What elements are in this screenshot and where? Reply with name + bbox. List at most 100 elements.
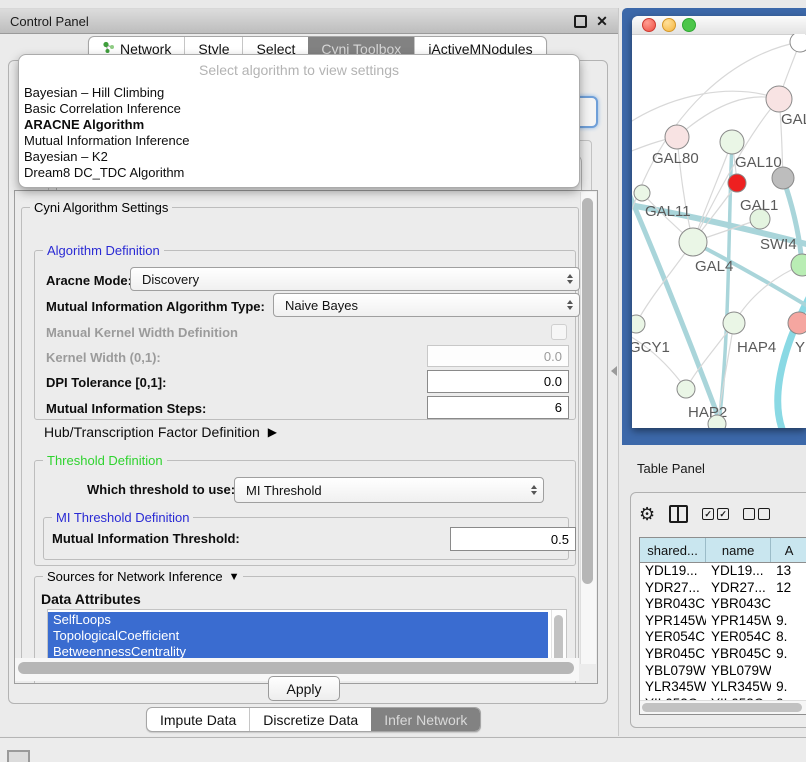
bottom-tab-infer-network[interactable]: Infer Network <box>371 708 480 731</box>
gear-icon[interactable]: ⚙ <box>639 505 655 523</box>
table-row[interactable]: YBR043CYBR043C <box>640 596 806 613</box>
network-window-titlebar <box>632 16 806 35</box>
mi-steps-label: Mutual Information Steps: <box>46 401 206 416</box>
mac-zoom-icon[interactable] <box>682 18 696 32</box>
columns-icon[interactable] <box>669 505 688 523</box>
algorithm-dropdown-popup: Select algorithm to view settings Bayesi… <box>18 54 580 188</box>
algorithm-option[interactable]: Mutual Information Inference <box>19 133 579 149</box>
table-cell: YBL079W <box>640 663 706 680</box>
panel-splitter-handle[interactable] <box>611 366 617 376</box>
network-window[interactable]: GALGAL80GAL10GAL11GAL1SWI4GAL4GCY1HAP4YH… <box>632 16 806 428</box>
table-cell: 12 <box>771 580 806 597</box>
table-row[interactable]: YER054CYER054C8. <box>640 629 806 646</box>
table-header-row: shared...nameA <box>640 538 806 563</box>
table-cell: 13 <box>771 563 806 580</box>
algorithm-option[interactable]: Bayesian – Hill Climbing <box>19 85 579 101</box>
settings-horizontal-scrollbar-thumb[interactable] <box>18 662 574 674</box>
network-node-gal10[interactable] <box>720 130 744 154</box>
mi-threshold-definition-group: MI Threshold Definition Mutual Informati… <box>43 517 569 560</box>
algorithm-option[interactable]: ARACNE Algorithm <box>19 117 579 133</box>
attribute-list-item[interactable]: TopologicalCoefficient <box>48 628 548 644</box>
algorithm-definition-label: Algorithm Definition <box>43 243 164 258</box>
table-cell: YBR043C <box>706 596 771 613</box>
aracne-mode-value: Discovery <box>142 272 199 287</box>
kernel-width-label: Kernel Width (0,1): <box>46 350 161 365</box>
cyni-algorithm-settings-group: Cyni Algorithm Settings Algorithm Defini… <box>21 207 579 664</box>
table-cell <box>771 663 806 680</box>
which-threshold-label: Which threshold to use: <box>87 482 235 497</box>
table-cell: 9. <box>771 679 806 696</box>
network-node-gal4[interactable] <box>679 228 707 256</box>
dpi-tolerance-label: DPI Tolerance [0,1]: <box>46 375 166 390</box>
table-row[interactable]: YBR045CYBR045C9. <box>640 646 806 663</box>
table-row[interactable]: YDL19...YDL19...13 <box>640 563 806 580</box>
dpi-tolerance-field[interactable]: 0.0 <box>427 370 569 393</box>
aracne-mode-combo[interactable]: Discovery <box>130 267 580 291</box>
table-row[interactable]: YDR27...YDR27...12 <box>640 580 806 597</box>
network-node[interactable] <box>790 34 806 52</box>
network-node-gal[interactable] <box>766 86 792 112</box>
stepper-arrows-icon <box>567 299 573 311</box>
mi-algorithm-type-combo[interactable]: Naive Bayes <box>273 293 580 317</box>
network-canvas[interactable]: GALGAL80GAL10GAL11GAL1SWI4GAL4GCY1HAP4YH… <box>632 34 806 428</box>
algorithm-option[interactable]: Bayesian – K2 <box>19 149 579 165</box>
network-node-gal11[interactable] <box>634 185 650 201</box>
bottom-tab-discretize-data[interactable]: Discretize Data <box>249 708 371 731</box>
table-cell: YER054C <box>640 629 706 646</box>
mac-close-icon[interactable] <box>642 18 656 32</box>
float-window-icon[interactable] <box>572 13 588 29</box>
mi-threshold-field[interactable]: 0.5 <box>450 527 576 551</box>
table-panel-window: ⚙ ✓✓ shared...nameA YDL19...YDL19...13YD… <box>630 492 806 728</box>
screenshot-stage: Control Panel ✕ NetworkStyleSelectCyni T… <box>0 0 806 762</box>
network-node-swi4[interactable] <box>791 254 806 276</box>
close-panel-icon[interactable]: ✕ <box>594 13 610 29</box>
network-node-y[interactable] <box>788 312 806 334</box>
table-cell: YPR145W <box>640 613 706 630</box>
network-node-hap2[interactable] <box>677 380 695 398</box>
table-column-header[interactable]: shared... <box>640 538 706 562</box>
algorithm-option[interactable]: Dream8 DC_TDC Algorithm <box>19 165 579 181</box>
which-threshold-combo[interactable]: MI Threshold <box>234 477 544 503</box>
bottom-tab-impute-data[interactable]: Impute Data <box>147 708 249 731</box>
mac-minimize-icon[interactable] <box>662 18 676 32</box>
table-column-header[interactable]: name <box>706 538 771 562</box>
threshold-definition-group: Threshold Definition Which threshold to … <box>34 460 576 566</box>
kernel-width-field[interactable]: 0.0 <box>427 345 569 367</box>
algorithm-definition-group: Algorithm Definition Aracne Mode: Discov… <box>34 250 576 420</box>
network-node-gcy1[interactable] <box>632 315 645 333</box>
apply-button[interactable]: Apply <box>268 676 340 701</box>
manual-kernel-width-label: Manual Kernel Width Definition <box>46 325 238 340</box>
manual-kernel-width-checkbox[interactable] <box>551 324 567 340</box>
table-cell <box>771 596 806 613</box>
algorithm-option[interactable]: Basic Correlation Inference <box>19 101 579 117</box>
table-column-header[interactable]: A <box>771 538 806 562</box>
status-strip <box>0 737 806 762</box>
attribute-list-item[interactable]: SelfLoops <box>48 612 548 628</box>
table-cell: YER054C <box>706 629 771 646</box>
table-cell: YLR345W <box>640 679 706 696</box>
settings-scroll-viewport: Cyni Algorithm Settings Algorithm Defini… <box>14 190 598 684</box>
minimized-panel-icon[interactable] <box>7 750 30 762</box>
mi-steps-field[interactable]: 6 <box>427 396 569 419</box>
network-node-gal80[interactable] <box>665 125 689 149</box>
stepper-arrows-icon <box>531 484 537 496</box>
table-row[interactable]: YBL079WYBL079W <box>640 663 806 680</box>
table-horizontal-scrollbar-thumb[interactable] <box>642 703 802 712</box>
table-toolbar: ⚙ ✓✓ <box>639 501 806 527</box>
table-horizontal-scrollbar[interactable] <box>640 700 806 714</box>
select-all-checkboxes-icon[interactable]: ✓✓ <box>702 508 729 520</box>
network-node[interactable] <box>728 174 746 192</box>
table-row[interactable]: YLR345WYLR345W9. <box>640 679 806 696</box>
network-node-hap4[interactable] <box>723 312 745 334</box>
node-table[interactable]: shared...nameA YDL19...YDL19...13YDR27..… <box>639 537 806 715</box>
settings-vertical-scrollbar-thumb[interactable] <box>582 198 593 584</box>
table-row[interactable]: YPR145WYPR145W9. <box>640 613 806 630</box>
network-node-label: GAL1 <box>740 197 778 214</box>
network-node[interactable] <box>772 167 794 189</box>
table-cell: YDR27... <box>640 580 706 597</box>
deselect-all-checkboxes-icon[interactable] <box>743 508 770 520</box>
network-node[interactable] <box>708 415 726 428</box>
sources-label-wrap[interactable]: Sources for Network Inference ▼ <box>43 569 243 584</box>
hub-definition-expander[interactable]: Hub/Transcription Factor Definition ▶ <box>44 424 277 440</box>
network-node-label: Y <box>795 339 805 356</box>
